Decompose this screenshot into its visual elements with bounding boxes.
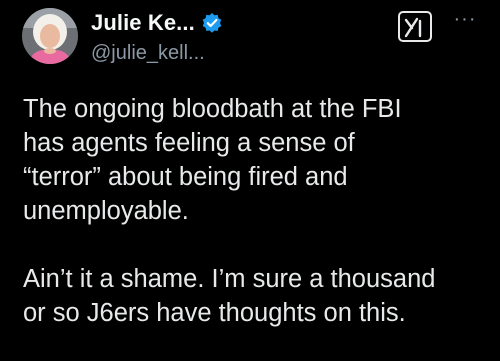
- avatar[interactable]: [22, 8, 78, 64]
- post-paragraph: Ain’t it a shame. I’m sure a thousand or…: [23, 265, 436, 327]
- grok-icon: [404, 17, 422, 37]
- author-handle[interactable]: @julie_kell...: [91, 42, 391, 65]
- grok-button[interactable]: [398, 11, 432, 42]
- verified-badge-icon[interactable]: [201, 12, 223, 34]
- post-card: Julie Ke... @julie_kell... ··· The ongoi…: [0, 0, 500, 361]
- author-name-row: Julie Ke...: [91, 10, 391, 36]
- author-info: Julie Ke... @julie_kell...: [91, 10, 391, 65]
- more-options-button[interactable]: ···: [447, 9, 483, 36]
- post-text: The ongoing bloodbath at the FBI has age…: [23, 92, 493, 330]
- post-paragraph: The ongoing bloodbath at the FBI has age…: [23, 95, 402, 225]
- avatar-image: [22, 8, 78, 64]
- author-display-name[interactable]: Julie Ke...: [91, 10, 195, 36]
